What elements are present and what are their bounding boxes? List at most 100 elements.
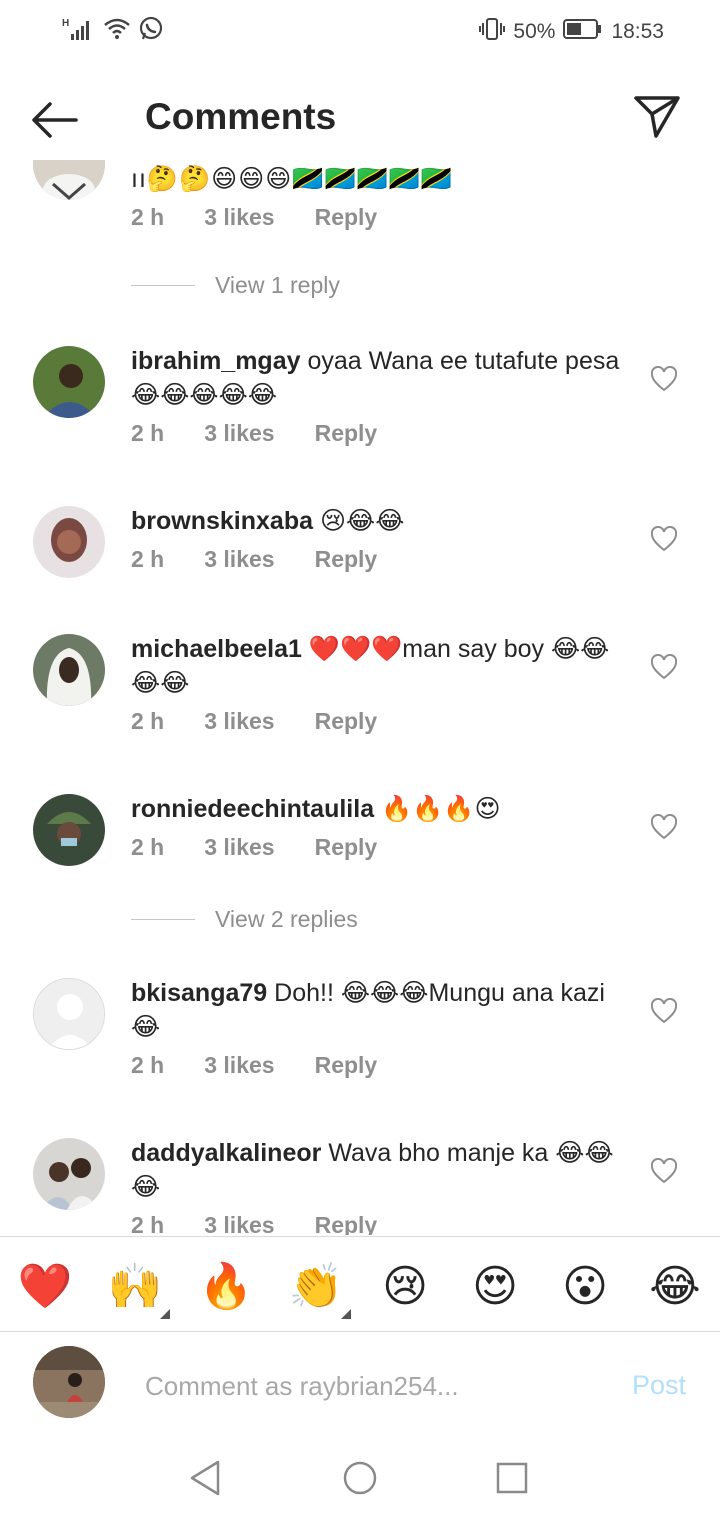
comment-username[interactable]: ronniedeechintaulila <box>131 795 374 823</box>
comment-likes[interactable]: 3 likes <box>204 1052 274 1079</box>
like-heart-icon[interactable] <box>650 1157 678 1184</box>
comment-meta: 2 h 3 likes Reply <box>131 420 377 447</box>
comment-body: michaelbeela1 ❤️❤️❤️man say boy 😂😂😂😂 <box>131 632 631 700</box>
avatar[interactable] <box>33 346 105 418</box>
comment-text: ıı🤔🤔😄😄😄🇹🇿🇹🇿🇹🇿🇹🇿🇹🇿 <box>131 165 453 193</box>
signal-icon: H <box>62 16 96 47</box>
comment-time: 2 h <box>131 546 165 572</box>
network-type-label: H <box>62 18 69 29</box>
comment-time: 2 h <box>131 708 165 734</box>
comment-meta: 2 h 3 likes Reply <box>131 708 377 735</box>
comment-likes[interactable]: 3 likes <box>204 546 274 573</box>
view-replies-button[interactable]: View 2 replies <box>131 906 358 933</box>
back-button[interactable] <box>28 96 84 144</box>
like-heart-icon[interactable] <box>650 653 678 680</box>
skin-tone-indicator-icon <box>341 1309 351 1319</box>
avatar[interactable] <box>33 1138 105 1210</box>
battery-icon <box>563 18 603 46</box>
partial-comment: ıı🤔🤔😄😄😄🇹🇿🇹🇿🇹🇿🇹🇿🇹🇿 2 h 3 likes Reply <box>0 160 720 260</box>
status-bar: H 50% 18:53 <box>0 0 720 62</box>
emoji-clapping-hands[interactable]: 👏 <box>288 1259 344 1315</box>
avatar[interactable] <box>33 978 105 1050</box>
comment-meta: 2 h 3 likes Reply <box>131 1212 377 1235</box>
comment-body: ronniedeechintaulila 🔥🔥🔥😍 <box>131 792 631 826</box>
comment-username[interactable]: michaelbeela1 <box>131 635 302 663</box>
avatar[interactable] <box>33 794 105 866</box>
comment-username[interactable]: daddyalkalineor <box>131 1139 321 1167</box>
nav-recents-button[interactable] <box>492 1458 532 1498</box>
status-left: H <box>62 16 164 47</box>
emoji-heart-eyes[interactable]: 😍 <box>467 1259 523 1315</box>
avatar <box>33 1346 105 1418</box>
comment-body: bkisanga79 Doh!! 😂😂😂Mungu ana kazi😂 <box>131 976 631 1044</box>
comment-meta: 2 h 3 likes Reply <box>131 204 377 231</box>
comment-text: 😢😂😂 <box>319 507 405 535</box>
arrow-left-icon <box>32 102 78 138</box>
comment-text: 🔥🔥🔥😍 <box>381 795 501 823</box>
comment-meta: 2 h 3 likes Reply <box>131 834 377 861</box>
like-heart-icon[interactable] <box>650 525 678 552</box>
comment-time: 2 h <box>131 1052 165 1078</box>
comment-body: ibrahim_mgay oyaa Wana ee tutafute pesa … <box>131 344 631 412</box>
divider-line <box>131 919 195 920</box>
like-heart-icon[interactable] <box>650 365 678 392</box>
reply-button[interactable]: Reply <box>315 1052 378 1079</box>
paper-plane-icon <box>634 96 680 138</box>
square-recents-icon <box>496 1462 528 1494</box>
reply-button[interactable]: Reply <box>315 204 378 231</box>
reply-button[interactable]: Reply <box>315 834 378 861</box>
comment-username[interactable]: ibrahim_mgay <box>131 347 301 375</box>
triangle-back-icon <box>190 1460 220 1496</box>
comment-composer: Post <box>0 1332 720 1436</box>
reply-button[interactable]: Reply <box>315 708 378 735</box>
emoji-raised-hands[interactable]: 🙌 <box>107 1259 163 1315</box>
like-heart-icon[interactable] <box>650 813 678 840</box>
view-replies-button[interactable]: View 1 reply <box>131 272 340 299</box>
avatar[interactable] <box>33 634 105 706</box>
reply-button[interactable]: Reply <box>315 420 378 447</box>
comment-username[interactable]: brownskinxaba <box>131 507 313 535</box>
comment-input[interactable] <box>145 1366 605 1406</box>
whatsapp-icon <box>138 16 164 47</box>
comment-time: 2 h <box>131 834 165 860</box>
status-time: 18:53 <box>611 20 664 43</box>
comments-list[interactable]: ıı🤔🤔😄😄😄🇹🇿🇹🇿🇹🇿🇹🇿🇹🇿 2 h 3 likes Reply View… <box>0 160 720 1235</box>
divider-line <box>131 285 195 286</box>
emoji-heart[interactable]: ❤️ <box>17 1259 73 1315</box>
comment-meta: 2 h 3 likes Reply <box>131 546 377 573</box>
avatar[interactable] <box>33 160 105 200</box>
comment-likes[interactable]: 3 likes <box>204 708 274 735</box>
comment-body: daddyalkalineor Wava bho manje ka 😂😂😂 <box>131 1136 631 1204</box>
emoji-surprised-face[interactable]: 😮 <box>557 1259 613 1315</box>
status-right: 50% 18:53 <box>479 17 664 47</box>
comment-likes[interactable]: 3 likes <box>204 204 274 231</box>
wifi-icon <box>102 16 132 47</box>
view-replies-label: View 2 replies <box>215 906 358 932</box>
comment-time: 2 h <box>131 1212 165 1235</box>
comment-body: brownskinxaba 😢😂😂 <box>131 504 631 538</box>
emoji-quick-bar: ❤️ 🙌 🔥 👏 😢 😍 😮 😂 <box>0 1236 720 1332</box>
comment-likes[interactable]: 3 likes <box>204 1212 274 1235</box>
skin-tone-indicator-icon <box>160 1309 170 1319</box>
share-button[interactable] <box>632 92 684 144</box>
comment-time: 2 h <box>131 420 165 446</box>
comment-likes[interactable]: 3 likes <box>204 834 274 861</box>
nav-back-button[interactable] <box>186 1458 226 1498</box>
battery-percent: 50% <box>513 20 556 43</box>
emoji-tears-of-joy[interactable]: 😂 <box>647 1259 703 1315</box>
emoji-fire[interactable]: 🔥 <box>198 1259 254 1315</box>
like-heart-icon[interactable] <box>650 997 678 1024</box>
vibrate-icon <box>479 17 506 47</box>
comment-likes[interactable]: 3 likes <box>204 420 274 447</box>
post-button[interactable]: Post <box>632 1370 686 1401</box>
circle-home-icon <box>343 1461 377 1495</box>
emoji-crying-face[interactable]: 😢 <box>377 1259 433 1315</box>
comment-meta: 2 h 3 likes Reply <box>131 1052 377 1079</box>
comment-username[interactable]: bkisanga79 <box>131 979 267 1007</box>
view-replies-label: View 1 reply <box>215 272 340 298</box>
nav-home-button[interactable] <box>340 1458 380 1498</box>
page-title: Comments <box>145 96 337 137</box>
avatar[interactable] <box>33 506 105 578</box>
reply-button[interactable]: Reply <box>315 546 378 573</box>
reply-button[interactable]: Reply <box>315 1212 378 1235</box>
